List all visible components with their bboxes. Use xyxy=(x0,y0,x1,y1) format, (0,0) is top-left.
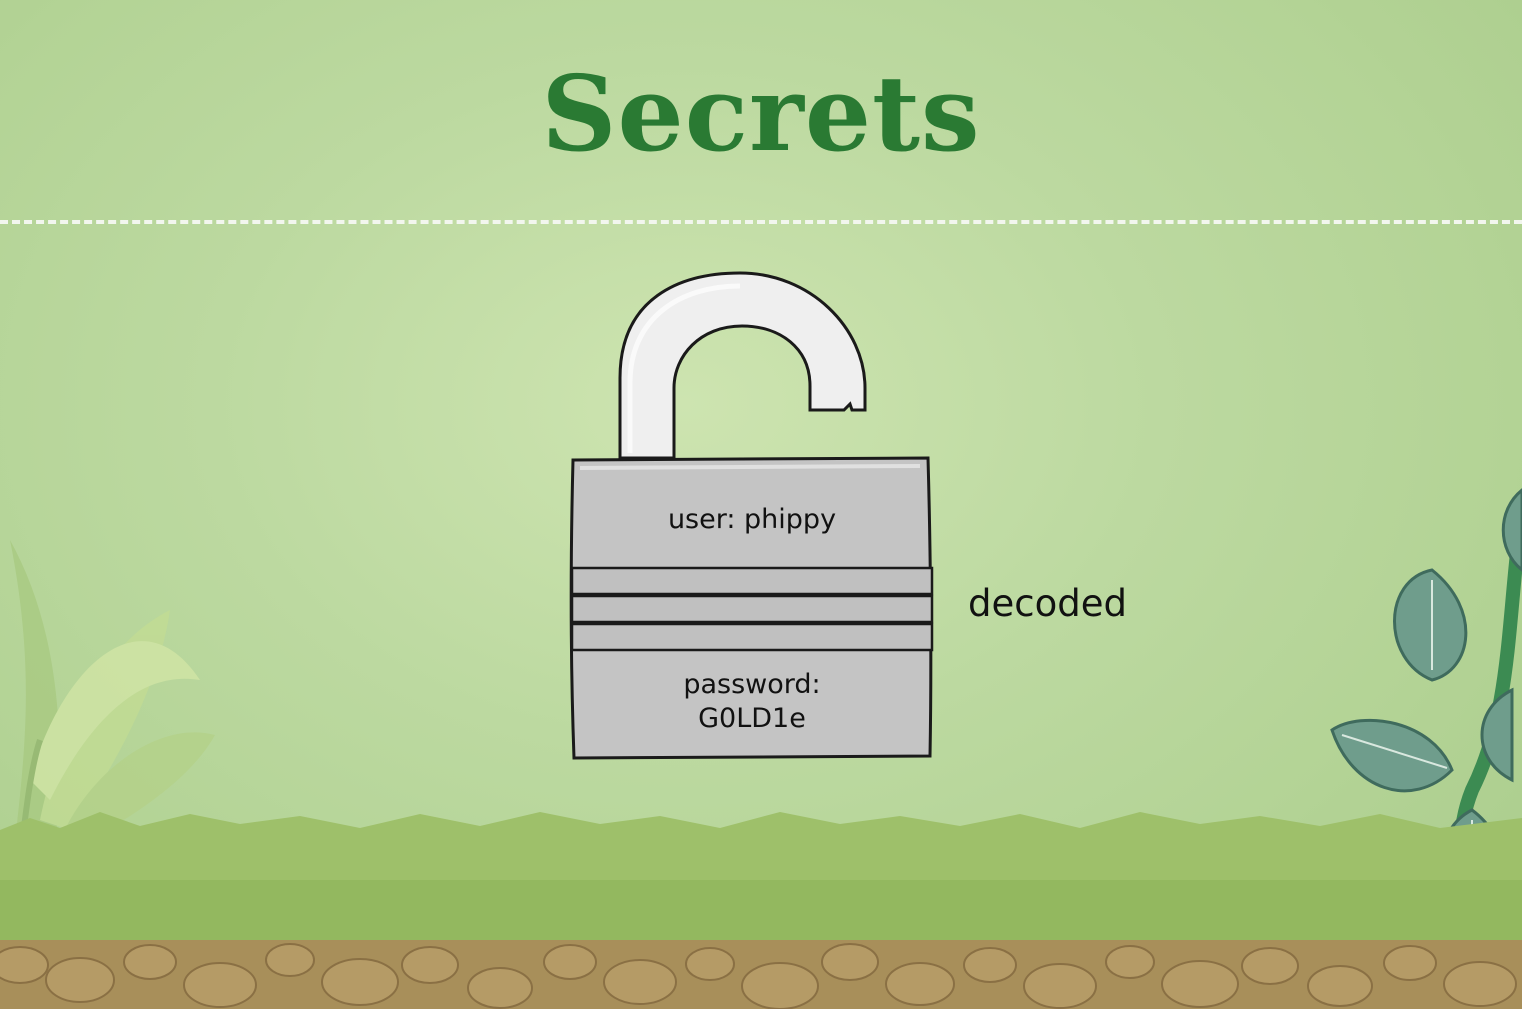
password-value: G0LD1e xyxy=(698,703,806,734)
scene: Secrets user: phippy password: G0LD1e de… xyxy=(0,0,1522,1009)
page-title: Secrets xyxy=(541,52,981,175)
ground xyxy=(0,812,1522,1009)
lock-user-text: user: phippy xyxy=(667,504,837,535)
password-label: password: xyxy=(683,669,821,700)
decoded-label: decoded xyxy=(968,582,1127,625)
dashed-divider xyxy=(0,220,1522,224)
lock-password-text: password: G0LD1e xyxy=(572,668,932,736)
